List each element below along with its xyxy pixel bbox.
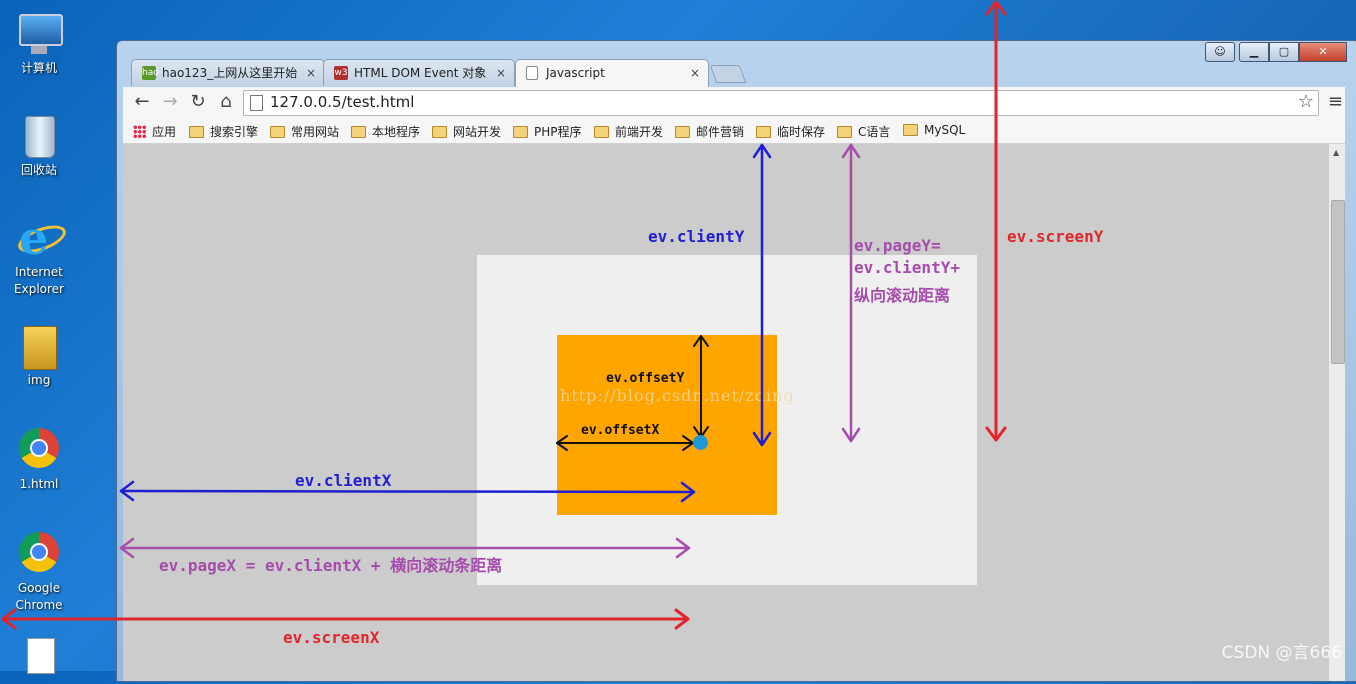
client-x-label: ev.clientX (295, 471, 392, 490)
offset-y-label: ev.offsetY (606, 371, 685, 386)
page-y-label-line3: 纵向滚动距离 (854, 286, 951, 305)
page-y-label-line1: ev.pageY= (854, 236, 941, 255)
screen-x-label: ev.screenX (283, 628, 380, 647)
screen-y-arrow (985, 0, 1007, 442)
screen-x-arrow (1, 608, 690, 630)
offset-x-label: ev.offsetX (581, 423, 660, 438)
page-y-label-line2: ev.clientY+ (854, 258, 960, 277)
mouse-click-point (693, 435, 708, 450)
offset-x-arrow (556, 435, 694, 451)
client-x-arrow (119, 480, 696, 503)
page-x-label: ev.pageX = ev.clientX + 横向滚动条距离 (159, 556, 503, 575)
csdn-watermark: CSDN @言666 (1221, 643, 1342, 663)
screen-y-label: ev.screenY (1007, 227, 1104, 246)
client-y-label: ev.clientY (648, 227, 745, 246)
client-y-arrow (752, 143, 772, 447)
offset-y-arrow (693, 335, 709, 438)
